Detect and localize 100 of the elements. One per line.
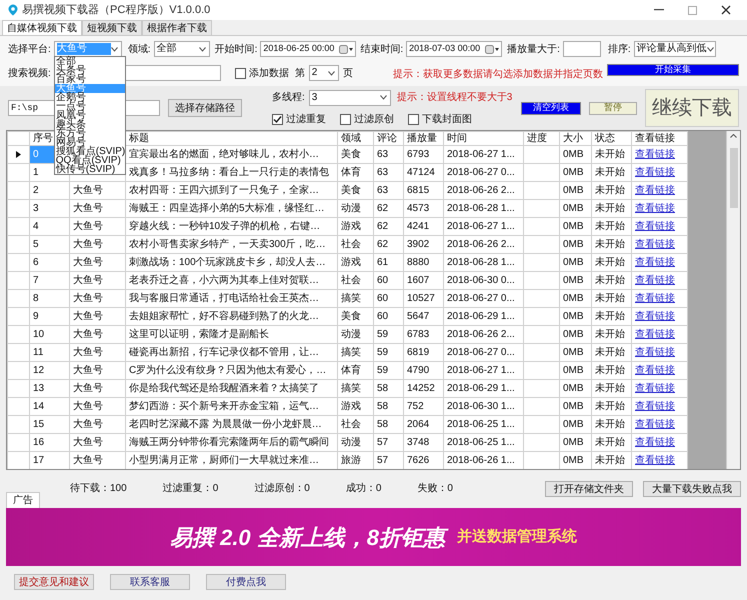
table-cell: 大鱼号 xyxy=(70,416,126,434)
table-cell: 58 xyxy=(374,380,404,398)
table-cell: 农村四哥：王四六抓到了一只兔子，全家… xyxy=(126,182,338,200)
table-cell: 59 xyxy=(374,326,404,344)
field-label: 领域: xyxy=(128,42,151,56)
table-cell: 我与客服日常通话，打电话给社会王英杰… xyxy=(126,290,338,308)
table-cell: 752 xyxy=(404,398,444,416)
table-cell: 60 xyxy=(374,272,404,290)
table-cell: 未开始 xyxy=(592,290,632,308)
table-cell: 未开始 xyxy=(592,416,632,434)
table-cell: 59 xyxy=(374,344,404,362)
table-cell: 0MB xyxy=(560,380,592,398)
field-label: 搜索视频: xyxy=(8,66,51,80)
table-cell: 3902 xyxy=(404,236,444,254)
table-cell: 大鱼号 xyxy=(70,326,126,344)
table-cell: 大鱼号 xyxy=(70,218,126,236)
table-cell: 游戏 xyxy=(338,218,374,236)
table-cell: 2018-06-27 0... xyxy=(444,164,524,182)
table-cell: 大鱼号 xyxy=(70,254,126,272)
hint-text: 提示：获取更多数据请勾选添加数据并指定页数 xyxy=(392,68,603,82)
table-cell: 2018-06-30 0... xyxy=(444,272,524,290)
table-cell: 60 xyxy=(374,308,404,326)
table-cell: 0MB xyxy=(560,182,592,200)
table-cell: 12 xyxy=(30,362,70,380)
table-cell: 2018-06-25 1... xyxy=(444,416,524,434)
table-cell: 戏真多！马拉多纳：看台上一只行走的表情包 xyxy=(126,164,338,182)
table-cell: 体育 xyxy=(338,164,374,182)
table-cell: 57 xyxy=(374,434,404,452)
table-cell: 14252 xyxy=(404,380,444,398)
field-label: 播放量大于: xyxy=(507,42,560,56)
table-cell: 5647 xyxy=(404,308,444,326)
table-cell: 2 xyxy=(30,182,70,200)
table-cell: 大鱼号 xyxy=(70,380,126,398)
table-cell: 大鱼号 xyxy=(70,272,126,290)
table-cell: 61 xyxy=(374,254,404,272)
field-label: 开始时间: xyxy=(214,42,258,56)
table-cell: 海贼王两分钟带你看完索隆两年后的霸气瞬间 xyxy=(126,434,338,452)
table-cell: 2018-06-27 1... xyxy=(444,218,524,236)
table-cell: 社会 xyxy=(338,272,374,290)
field-label: 排序: xyxy=(608,42,631,56)
table-cell: 62 xyxy=(374,236,404,254)
table-cell: 海贼王：四皇选择小弟的5大标准，缘怪红… xyxy=(126,200,338,218)
table-cell: 8880 xyxy=(404,254,444,272)
table-cell: 6819 xyxy=(404,344,444,362)
table-cell: 2018-06-29 1... xyxy=(444,380,524,398)
table-cell: 2018-06-27 0... xyxy=(444,344,524,362)
table-cell: 2018-06-26 2... xyxy=(444,326,524,344)
table-cell: 未开始 xyxy=(592,362,632,380)
table-cell: 未开始 xyxy=(592,164,632,182)
table-cell: 未开始 xyxy=(592,398,632,416)
table-cell: 2018-06-30 1... xyxy=(444,398,524,416)
table-cell: 47124 xyxy=(404,164,444,182)
table-cell: 搞笑 xyxy=(338,380,374,398)
page-label: 第 xyxy=(294,66,305,80)
table-cell: 62 xyxy=(374,200,404,218)
table-cell: 0MB xyxy=(560,398,592,416)
ad-subline: 并送数据管理系统 xyxy=(457,526,578,547)
table-cell: 0MB xyxy=(560,434,592,452)
table-cell: 大鱼号 xyxy=(70,434,126,452)
table-cell: 8 xyxy=(30,290,70,308)
table-cell: 2018-06-28 1... xyxy=(444,254,524,272)
table-cell: 梦幻西游：买个新号来开赤金宝箱，运气… xyxy=(126,398,338,416)
table-cell: 老四时艺深藏不露 为晨晨做一份小龙虾晨… xyxy=(126,416,338,434)
table-cell: 6793 xyxy=(404,146,444,164)
table-cell: C罗为什么没有纹身？只因为他太有爱心，… xyxy=(126,362,338,380)
table-cell: 未开始 xyxy=(592,182,632,200)
table-cell: 9 xyxy=(30,308,70,326)
table-cell: 0MB xyxy=(560,344,592,362)
table-cell: 63 xyxy=(374,182,404,200)
table-cell: 4573 xyxy=(404,200,444,218)
table-cell: 60 xyxy=(374,290,404,308)
stat-text: 过滤原创：0 xyxy=(254,482,310,496)
table-cell: 穿越火线：一秒钟10发子弹的机枪，右键… xyxy=(126,218,338,236)
table-cell: 美食 xyxy=(338,146,374,164)
table-cell: 0MB xyxy=(560,218,592,236)
table-cell: 0MB xyxy=(560,290,592,308)
table-cell: 游戏 xyxy=(338,254,374,272)
table-cell: 大鱼号 xyxy=(70,344,126,362)
table-cell: 1607 xyxy=(404,272,444,290)
table-cell: 搞笑 xyxy=(338,290,374,308)
table-cell: 动漫 xyxy=(338,326,374,344)
table-cell: 大鱼号 xyxy=(70,308,126,326)
table-cell: 2018-06-27 1... xyxy=(444,362,524,380)
table-cell: 6 xyxy=(30,254,70,272)
stat-text: 失败：0 xyxy=(417,482,453,496)
table-cell: 0MB xyxy=(560,308,592,326)
table-cell: 大鱼号 xyxy=(70,398,126,416)
table-cell: 0MB xyxy=(560,416,592,434)
table-cell: 58 xyxy=(374,398,404,416)
table-cell: 10 xyxy=(30,326,70,344)
table-cell: 农村小哥售卖家乡特产，一天卖300斤，吃… xyxy=(126,236,338,254)
table-cell: 16 xyxy=(30,434,70,452)
table-cell: 未开始 xyxy=(592,236,632,254)
table-cell: 未开始 xyxy=(592,344,632,362)
table-cell: 5 xyxy=(30,236,70,254)
table-cell: 宜宾最出名的燃面，绝对够味儿，农村小… xyxy=(126,146,338,164)
table-cell: 搞笑 xyxy=(338,344,374,362)
table-cell: 未开始 xyxy=(592,200,632,218)
table-cell: 社会 xyxy=(338,416,374,434)
stat-text: 待下载：100 xyxy=(70,482,127,496)
